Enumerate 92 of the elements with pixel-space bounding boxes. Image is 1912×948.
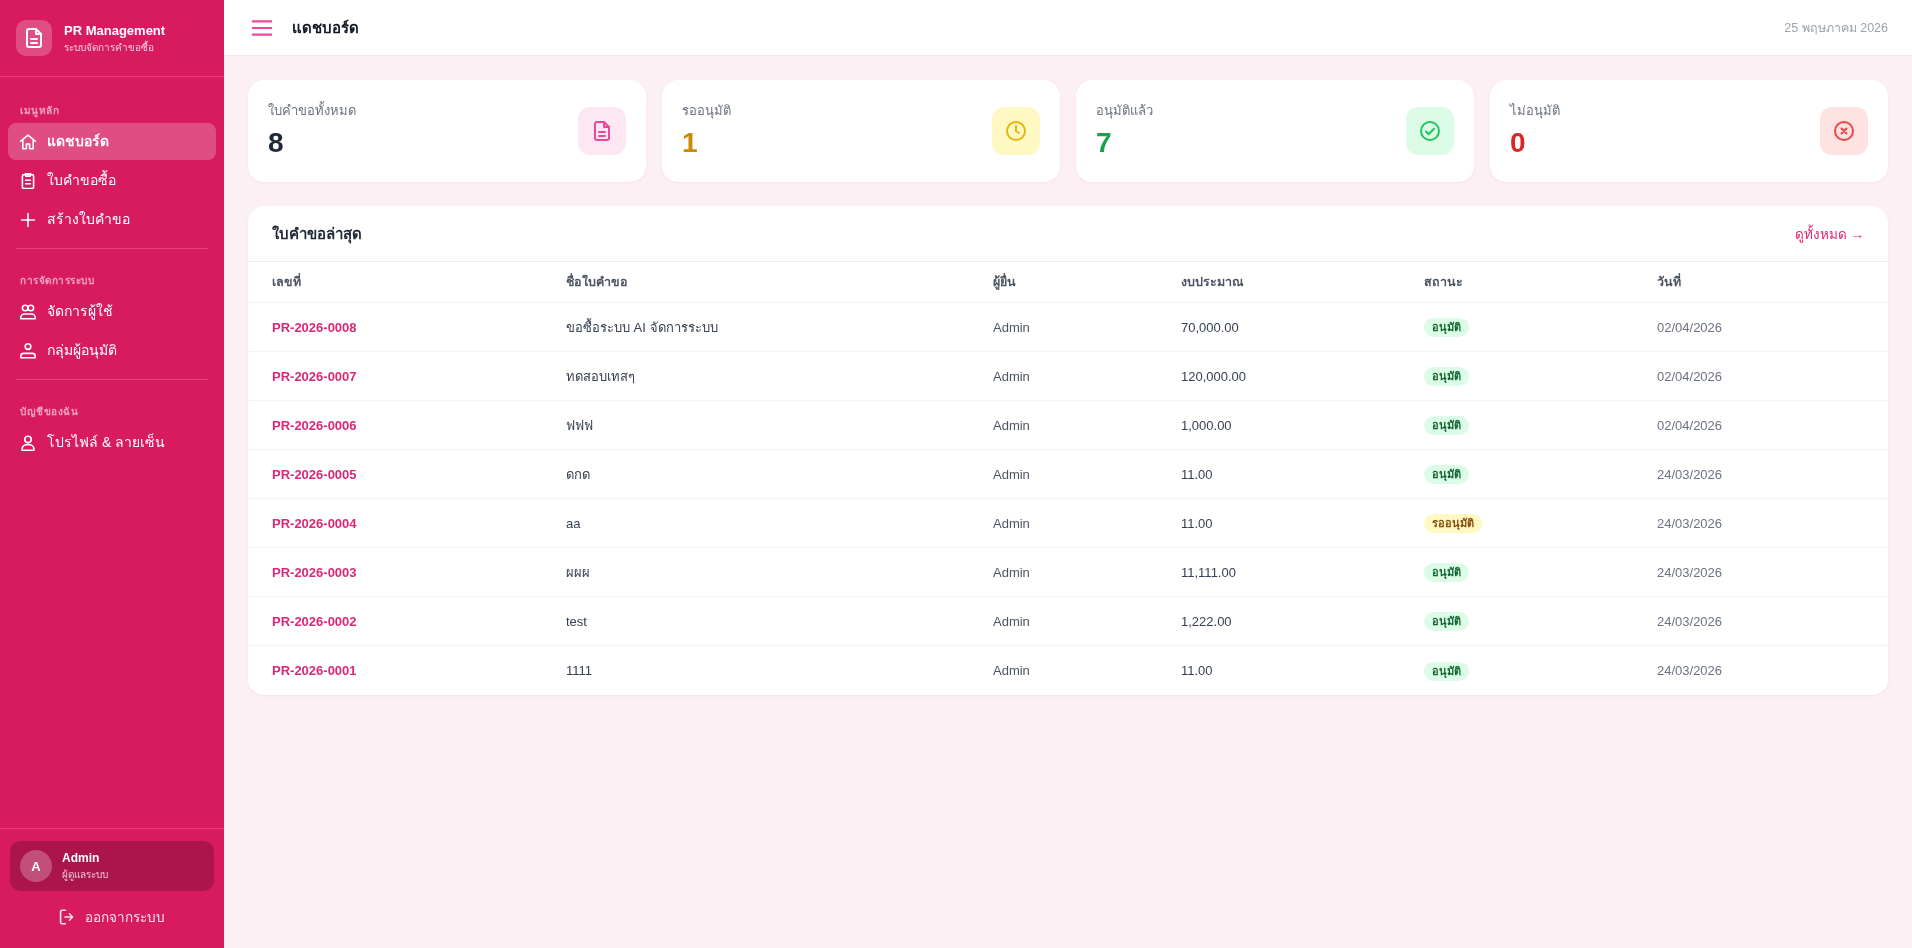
table-cell-text: ขอซื้อระบบ AI จัดการระบบ: [566, 317, 718, 337]
table-cell: Admin: [993, 368, 1030, 384]
table-cell: 1111: [566, 663, 593, 678]
table-cell: Admin: [993, 515, 1030, 531]
card-title: ใบคำขอล่าสุด: [272, 223, 362, 246]
nav-item[interactable]: ใบคำขอซื้อ: [8, 162, 216, 199]
table-cell: aa: [566, 515, 581, 531]
table-cell: 11,111.00: [1181, 564, 1236, 580]
request-link[interactable]: PR-2026-0002: [272, 613, 357, 629]
table-cell: 11.00: [1181, 466, 1213, 482]
status-badge: อนุมัติ: [1424, 563, 1469, 582]
person-icon: [20, 342, 36, 359]
date-text: 25 พฤษภาคม 2026: [1784, 19, 1888, 37]
request-link[interactable]: PR-2026-0006: [272, 417, 357, 433]
stat-label: ไม่อนุมัติ: [1510, 102, 1560, 120]
view-all-link[interactable]: ดูทั้งหมด →: [1794, 222, 1864, 245]
stat-value: 0: [1510, 126, 1526, 160]
status-badge: อนุมัติ: [1424, 318, 1469, 337]
clipboard-icon: [20, 172, 36, 189]
table-cell: 11.00: [1181, 663, 1213, 678]
table-cell-text: ฟฟฟ: [566, 416, 593, 435]
table-cell-text: ผผผ: [566, 563, 590, 582]
stat-label: อนุมัติแล้ว: [1096, 102, 1153, 120]
table-cell: 1,222.00: [1181, 613, 1232, 629]
table-cell: 24/03/2026: [1657, 515, 1723, 531]
clock-icon: [992, 107, 1040, 155]
user-name: Admin: [62, 851, 100, 866]
table-cell: 24/03/2026: [1657, 564, 1723, 580]
request-link[interactable]: PR-2026-0007: [272, 368, 357, 384]
plus-icon: [20, 211, 36, 228]
home-icon: [20, 133, 36, 150]
table-cell: 1,000.00: [1181, 417, 1232, 433]
table-cell: 11.00: [1181, 515, 1213, 531]
nav-item[interactable]: โปรไฟล์ & ลายเซ็น: [8, 424, 216, 461]
table-cell: Admin: [993, 319, 1030, 335]
status-badge: อนุมัติ: [1424, 465, 1469, 484]
section-label: การจัดการระบบ: [20, 274, 94, 288]
stat-value: 7: [1096, 126, 1112, 160]
request-link[interactable]: PR-2026-0004: [272, 515, 357, 531]
table-cell: Admin: [993, 564, 1030, 580]
table-cell: 120,000.00: [1181, 368, 1247, 384]
table-cell: 70,000.00: [1181, 319, 1239, 335]
logout-icon: [59, 909, 75, 925]
user-role: ผู้ดูแลระบบ: [62, 868, 108, 881]
menu-icon: [252, 17, 272, 38]
section-label: บัญชีของฉัน: [20, 405, 78, 419]
document-icon: [578, 107, 626, 155]
table-cell: Admin: [993, 663, 1030, 678]
user-icon: [20, 434, 36, 451]
column-header: งบประมาณ: [1181, 274, 1244, 291]
nav-item[interactable]: แดชบอร์ด: [8, 123, 216, 160]
table-cell-text: ดกด: [566, 465, 590, 484]
request-link[interactable]: PR-2026-0005: [272, 466, 357, 482]
table-cell: 02/04/2026: [1657, 368, 1723, 384]
nav-item[interactable]: จัดการผู้ใช้: [8, 293, 216, 330]
page-title: แดชบอร์ด: [292, 17, 359, 38]
status-badge: อนุมัติ: [1424, 612, 1469, 631]
app-title: PR Management: [64, 22, 166, 39]
request-link[interactable]: PR-2026-0001: [272, 663, 357, 678]
table-cell: 24/03/2026: [1657, 663, 1723, 678]
column-header: สถานะ: [1424, 274, 1463, 291]
table-cell: 02/04/2026: [1657, 319, 1723, 335]
table-cell: 24/03/2026: [1657, 613, 1723, 629]
table-cell: Admin: [993, 417, 1030, 433]
request-link[interactable]: PR-2026-0008: [272, 319, 357, 335]
users-icon: [20, 303, 36, 320]
stat-label: รออนุมัติ: [682, 102, 731, 120]
avatar: A: [20, 850, 52, 882]
nav-item[interactable]: กลุ่มผู้อนุมัติ: [8, 332, 216, 369]
table-cell: 24/03/2026: [1657, 466, 1723, 482]
column-header: วันที่: [1657, 272, 1681, 291]
column-header: ชื่อใบคำขอ: [566, 272, 628, 291]
column-header: เลขที่: [272, 272, 301, 291]
document-icon: [16, 20, 52, 56]
status-badge: อนุมัติ: [1424, 367, 1469, 386]
table-cell: test: [566, 613, 587, 629]
status-badge: รออนุมัติ: [1424, 514, 1482, 533]
table-cell: 02/04/2026: [1657, 417, 1723, 433]
request-link[interactable]: PR-2026-0003: [272, 564, 357, 580]
column-header: ผู้ยื่น: [993, 272, 1016, 292]
table-cell: Admin: [993, 466, 1030, 482]
stat-value: 8: [268, 126, 284, 160]
logout-button[interactable]: ออกจากระบบ: [51, 899, 173, 935]
table-cell-text: ทดสอบเทสๆ: [566, 367, 635, 386]
status-badge: อนุมัติ: [1424, 416, 1469, 435]
status-badge: อนุมัติ: [1424, 661, 1469, 681]
table-cell: Admin: [993, 613, 1030, 629]
section-label: เมนูหลัก: [20, 104, 59, 118]
app-subtitle: ระบบจัดการคำขอซื้อ: [64, 40, 154, 54]
stat-value: 1: [682, 126, 698, 160]
nav-item[interactable]: สร้างใบคำขอ: [8, 201, 216, 238]
stat-label: ใบคำขอทั้งหมด: [268, 102, 356, 120]
